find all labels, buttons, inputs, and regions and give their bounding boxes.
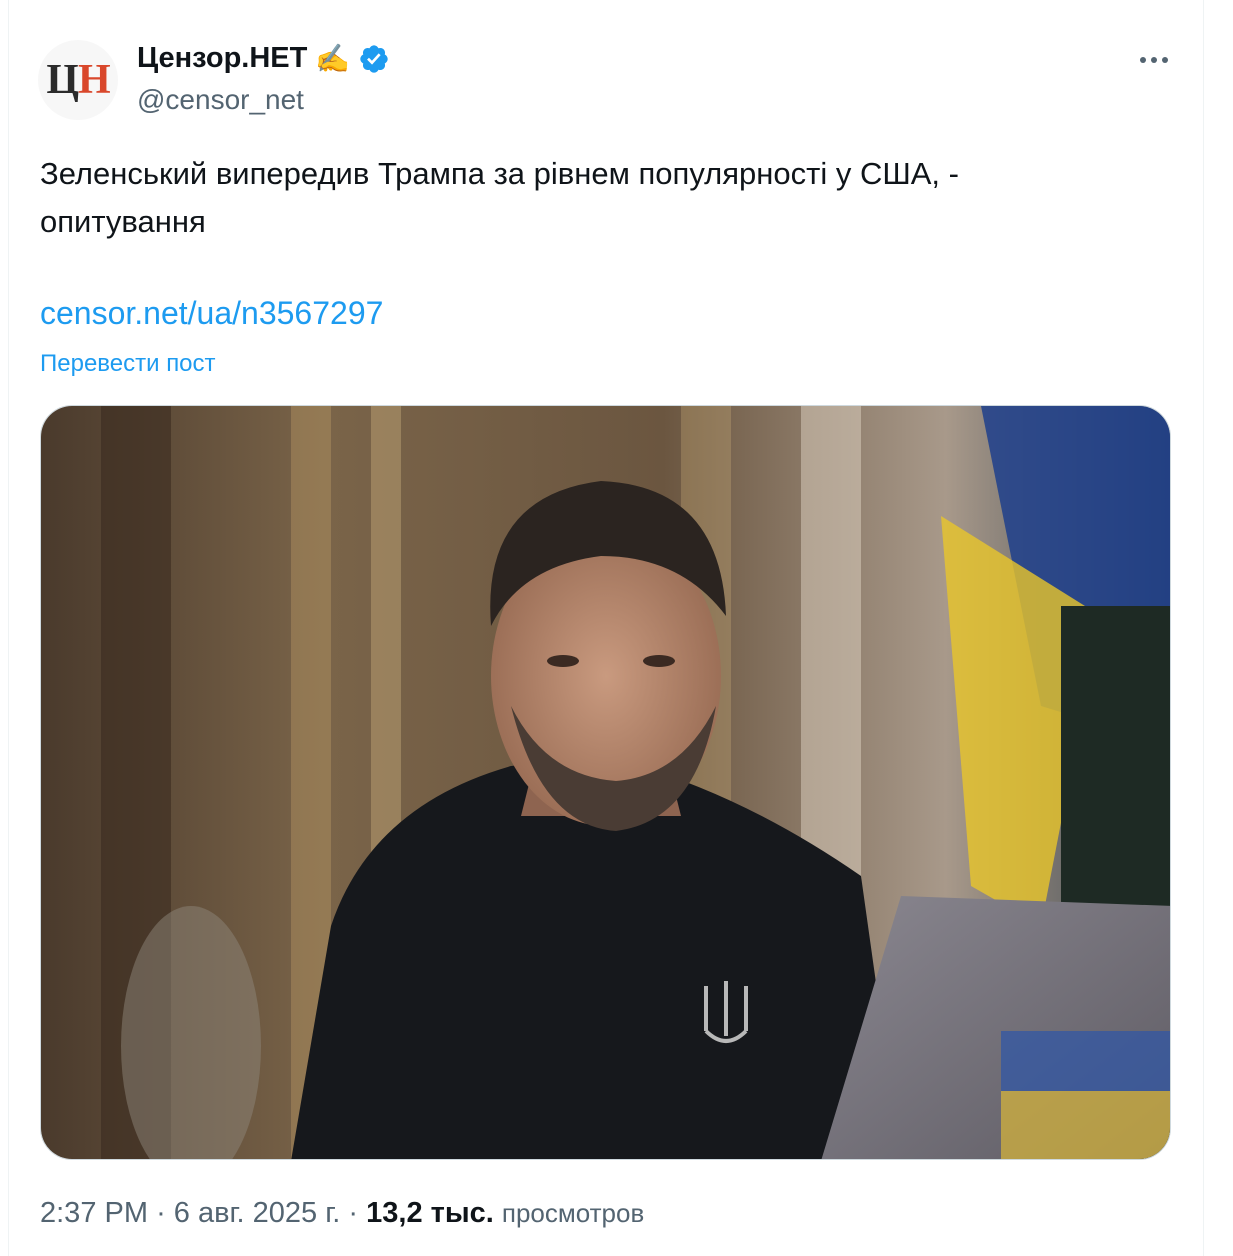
tweet-link[interactable]: censor.net/ua/n3567297 — [40, 295, 383, 332]
author-name-row[interactable]: Цензор.НЕТ ✍️ — [137, 42, 390, 75]
verified-badge-icon — [360, 44, 388, 73]
views-count[interactable]: 13,2 тыс. — [366, 1197, 494, 1229]
tweet-text: Зеленський випередив Трампа за рівнем по… — [40, 156, 959, 239]
views-label: просмотров — [501, 1198, 645, 1228]
photo-illustration — [41, 406, 1170, 1159]
meta-separator: · — [156, 1197, 166, 1229]
tweet-photo[interactable] — [40, 405, 1171, 1160]
tweet-time[interactable]: 2:37 PM — [40, 1197, 148, 1229]
more-dot-icon — [1140, 57, 1146, 63]
tweet-date[interactable]: 6 авг. 2025 г. — [174, 1197, 341, 1229]
avatar-letter-2: Н — [78, 57, 111, 103]
author-display-name: Цензор.НЕТ — [137, 42, 308, 74]
more-dot-icon — [1151, 57, 1157, 63]
more-options-button[interactable] — [1124, 40, 1184, 80]
tweet-meta: 2:37 PM · 6 авг. 2025 г. · 13,2 тыс. про… — [40, 1197, 644, 1230]
avatar-letter-1: Ц — [46, 57, 79, 103]
author-handle[interactable]: @censor_net — [137, 84, 304, 116]
translate-post-link[interactable]: Перевести пост — [40, 350, 216, 378]
meta-separator: · — [348, 1197, 359, 1229]
more-dot-icon — [1162, 57, 1168, 63]
writing-hand-icon: ✍️ — [315, 43, 351, 74]
avatar[interactable]: ЦН — [38, 40, 118, 120]
